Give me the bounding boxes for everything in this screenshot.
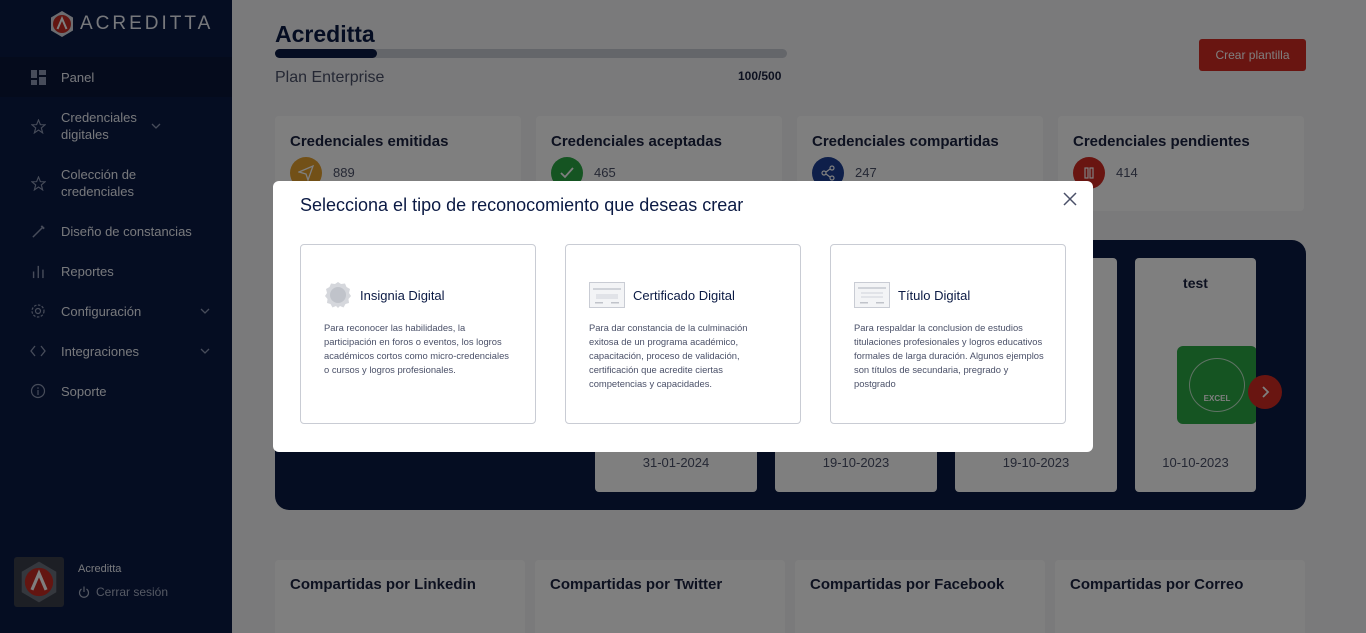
option-insignia[interactable]: Insignia Digital Para reconocer las habi… bbox=[300, 244, 536, 424]
option-header: Título Digital bbox=[854, 281, 970, 309]
recognition-type-modal: Selecciona el tipo de reconocomiento que… bbox=[273, 181, 1093, 452]
certificate-icon bbox=[589, 281, 625, 309]
option-titulo[interactable]: Título Digital Para respaldar la conclus… bbox=[830, 244, 1066, 424]
option-description: Para reconocer las habilidades, la parti… bbox=[324, 322, 509, 375]
option-description: Para dar constancia de la culminación ex… bbox=[589, 322, 748, 389]
option-name: Título Digital bbox=[898, 287, 971, 303]
close-icon[interactable] bbox=[1062, 191, 1078, 207]
option-name: Certificado Digital bbox=[633, 287, 735, 303]
option-header: Certificado Digital bbox=[589, 281, 735, 309]
option-certificado[interactable]: Certificado Digital Para dar constancia … bbox=[565, 244, 801, 424]
option-description: Para respaldar la conclusion de estudios… bbox=[854, 322, 1044, 389]
badge-icon bbox=[324, 281, 352, 309]
option-header: Insignia Digital bbox=[324, 281, 445, 309]
modal-title: Selecciona el tipo de reconocomiento que… bbox=[300, 195, 744, 215]
option-name: Insignia Digital bbox=[360, 287, 445, 303]
diploma-icon bbox=[854, 281, 890, 309]
